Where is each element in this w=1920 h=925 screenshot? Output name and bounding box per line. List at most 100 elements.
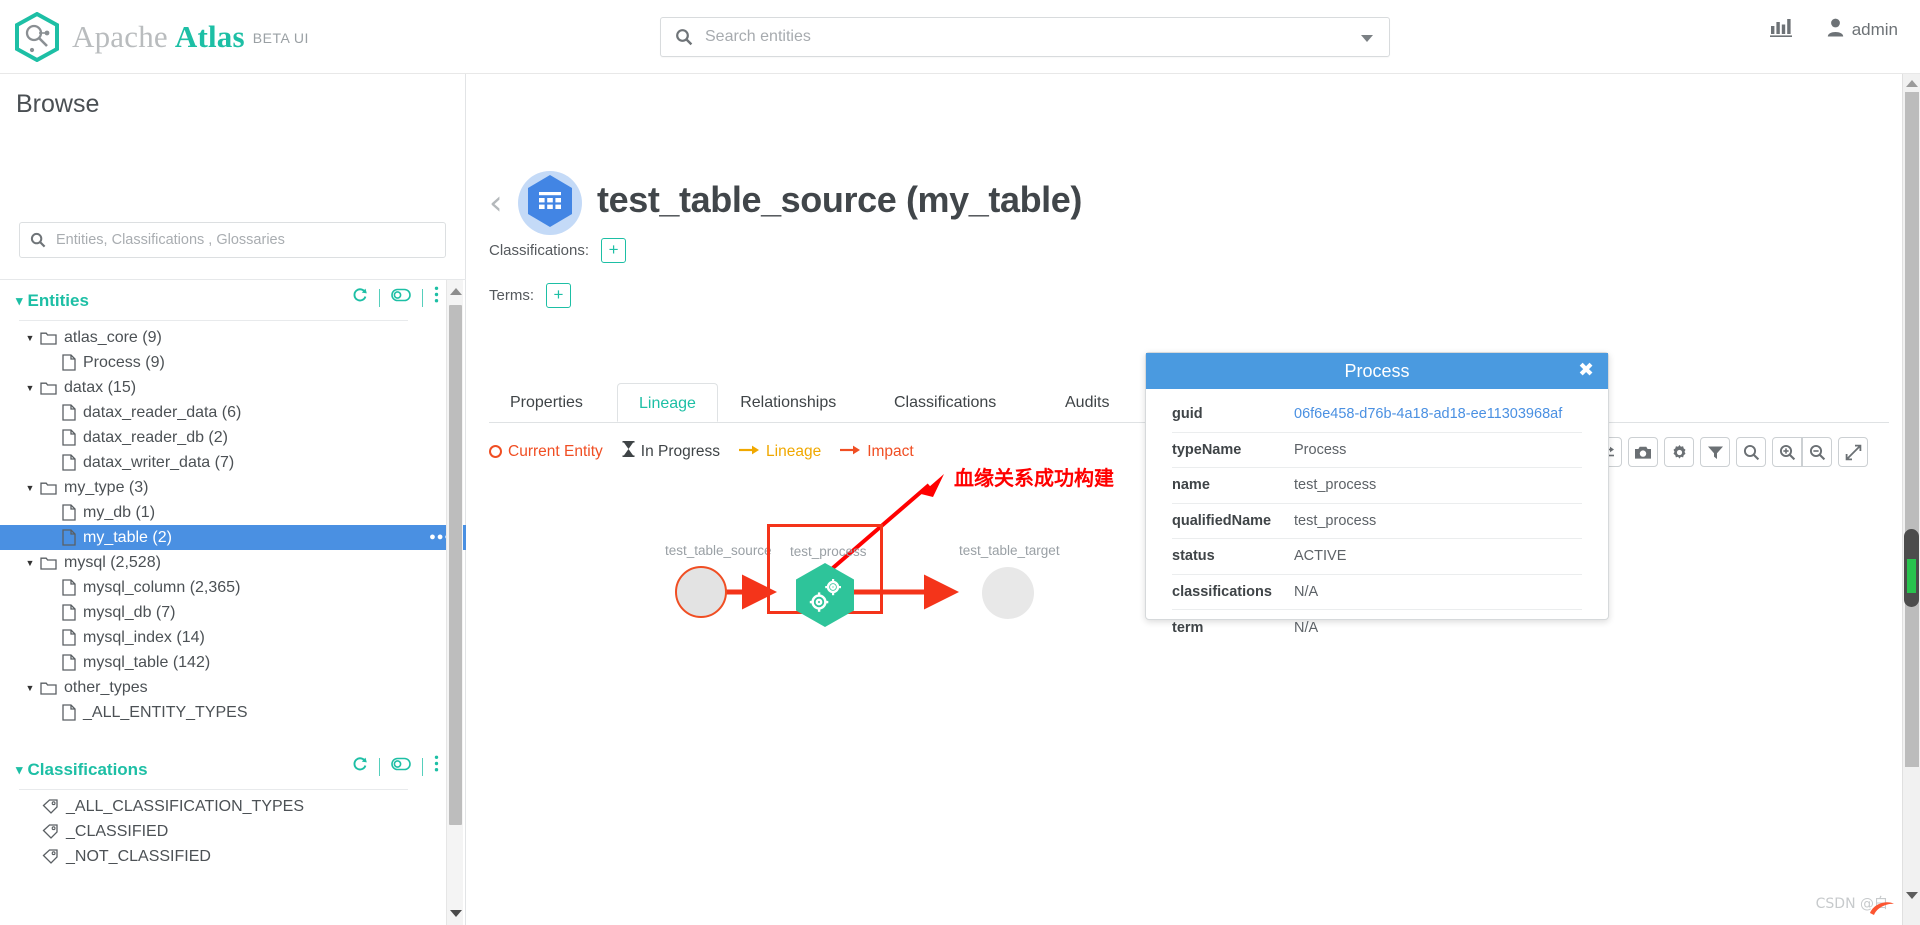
- close-icon[interactable]: ✖: [1578, 361, 1594, 380]
- page-scroll-track[interactable]: [1905, 92, 1919, 767]
- divider: [422, 757, 423, 776]
- info-row-term: term N/A: [1172, 610, 1582, 646]
- lineage-node-process[interactable]: [792, 561, 856, 631]
- toggle-icon[interactable]: [380, 757, 422, 777]
- tree-node-mysql_db7[interactable]: mysql_db (7): [0, 600, 466, 625]
- lineage-node-source[interactable]: [675, 566, 727, 618]
- statistics-button[interactable]: [1769, 16, 1793, 43]
- tab-audits[interactable]: Audits: [1044, 383, 1130, 422]
- classifications-section-tools: [341, 755, 450, 778]
- scroll-down-arrow-icon[interactable]: [1906, 892, 1918, 899]
- tree-node-_all_entity_types[interactable]: _ALL_ENTITY_TYPES: [0, 700, 466, 725]
- settings-gear-icon[interactable]: [1664, 437, 1694, 467]
- brand-apache-text: Apache: [72, 19, 168, 54]
- fullscreen-icon[interactable]: [1838, 437, 1868, 467]
- entities-section-header[interactable]: ▾ Entities: [16, 284, 450, 318]
- tree-toggle-icon[interactable]: ▼: [22, 383, 38, 393]
- info-row-value: ACTIVE: [1294, 548, 1347, 565]
- tree-node-atlas_core9[interactable]: ▼ atlas_core (9): [0, 325, 466, 350]
- scroll-up-arrow-icon[interactable]: [1906, 80, 1918, 87]
- tree-node-label: mysql (2,528): [64, 553, 161, 571]
- entities-section-label: Entities: [27, 291, 89, 310]
- chevron-down-icon[interactable]: [1361, 35, 1373, 42]
- search-icon[interactable]: [1736, 437, 1766, 467]
- classifications-row: Classifications: +: [489, 238, 627, 263]
- tree-node-label: other_types: [64, 678, 148, 696]
- tree-node-my_db1[interactable]: my_db (1): [0, 500, 466, 525]
- chevron-left-icon[interactable]: ‹: [489, 186, 503, 220]
- tree-node-datax_reader_db2[interactable]: datax_reader_db (2): [0, 425, 466, 450]
- chevron-down-icon[interactable]: ▾: [16, 762, 23, 778]
- tree-node-my_type3[interactable]: ▼ my_type (3): [0, 475, 466, 500]
- classification-node-_not_classified[interactable]: _NOT_CLASSIFIED: [0, 844, 466, 869]
- legend-label: In Progress: [640, 442, 721, 460]
- tree-toggle-icon[interactable]: ▼: [22, 333, 38, 343]
- tree-node-mysql_table142[interactable]: mysql_table (142): [0, 650, 466, 675]
- info-row-value: Process: [1294, 441, 1347, 458]
- tree-node-other_types[interactable]: ▼ other_types: [0, 675, 466, 700]
- brand-logo[interactable]: Apache Atlas BETA UI: [14, 10, 309, 64]
- tree-toggle-icon[interactable]: ▼: [22, 683, 38, 693]
- search-input[interactable]: [703, 18, 1323, 56]
- browse-tree: ▾ Entities ▼ atlas_core (9) Process (9) …: [0, 280, 466, 925]
- toggle-icon[interactable]: [380, 288, 422, 308]
- tree-node-label: datax_writer_data (7): [83, 453, 235, 471]
- refresh-icon[interactable]: [341, 287, 379, 309]
- zoom-in-icon[interactable]: [1772, 437, 1802, 467]
- classifications-label: Classifications:: [489, 242, 590, 259]
- hourglass-icon: [622, 441, 635, 462]
- refresh-icon[interactable]: [341, 756, 379, 778]
- info-panel-header: Process ✖: [1146, 353, 1608, 389]
- scroll-up-arrow-icon[interactable]: [450, 288, 462, 295]
- info-row-value[interactable]: 06f6e458-d76b-4a18-ad18-ee11303968af: [1294, 406, 1562, 422]
- info-row-status: status ACTIVE: [1172, 539, 1582, 575]
- tree-node-label: mysql_db (7): [83, 603, 176, 621]
- tab-properties[interactable]: Properties: [489, 383, 604, 422]
- tree-node-process9[interactable]: Process (9): [0, 350, 466, 375]
- classification-node-label: _ALL_CLASSIFICATION_TYPES: [66, 797, 305, 815]
- tree-node-mysql_index14[interactable]: mysql_index (14): [0, 625, 466, 650]
- section-rule: [19, 320, 408, 321]
- atlas-hexagon-logo-icon: [14, 11, 60, 63]
- tree-node-mysql2528[interactable]: ▼ mysql (2,528): [0, 550, 466, 575]
- tree-node-mysql_column2365[interactable]: mysql_column (2,365): [0, 575, 466, 600]
- sidebar-search-box[interactable]: [19, 222, 446, 258]
- tree-toggle-icon[interactable]: ▼: [22, 558, 38, 568]
- chevron-down-icon[interactable]: ▾: [16, 293, 23, 309]
- tree-node-datax15[interactable]: ▼ datax (15): [0, 375, 466, 400]
- info-row-classifications: classifications N/A: [1172, 575, 1582, 610]
- folder-icon: [40, 680, 57, 695]
- folder-icon: [40, 555, 57, 570]
- screenshot-camera-icon[interactable]: [1628, 437, 1658, 467]
- add-classification-button[interactable]: +: [601, 238, 627, 263]
- tree-node-my_table2[interactable]: my_table (2) ●●●: [0, 525, 466, 550]
- tab-lineage[interactable]: Lineage: [617, 383, 718, 422]
- classifications-section-header[interactable]: ▾ Classifications: [16, 753, 450, 787]
- tree-node-datax_reader_data6[interactable]: datax_reader_data (6): [0, 400, 466, 425]
- lineage-node-target[interactable]: [982, 567, 1034, 619]
- file-icon: [62, 504, 76, 521]
- sidebar-search-input[interactable]: [54, 223, 439, 257]
- sidebar-scroll-thumb[interactable]: [449, 305, 462, 825]
- classification-node-_classified[interactable]: _CLASSIFIED: [0, 819, 466, 844]
- arrow-right-icon: [739, 443, 760, 461]
- zoom-out-icon[interactable]: [1802, 437, 1832, 467]
- entity-detail-main: ‹ test_table_source (my_table) Classific…: [467, 74, 1902, 925]
- global-search-box[interactable]: [660, 17, 1390, 57]
- page-scrollbar[interactable]: [1902, 74, 1920, 925]
- entities-node-list: ▼ atlas_core (9) Process (9) ▼ datax (15) dat…: [0, 325, 466, 725]
- search-icon: [675, 28, 693, 51]
- file-icon: [62, 604, 76, 621]
- tab-relationships[interactable]: Relationships: [719, 383, 857, 422]
- tree-toggle-icon[interactable]: ▼: [22, 483, 38, 493]
- lineage-node-label-target: test_table_target: [959, 543, 1060, 558]
- classification-node-_all_classification_types[interactable]: _ALL_CLASSIFICATION_TYPES: [0, 794, 466, 819]
- filter-icon[interactable]: [1700, 437, 1730, 467]
- user-menu[interactable]: admin: [1827, 18, 1898, 42]
- scroll-down-arrow-icon[interactable]: [450, 910, 462, 917]
- page-scroll-thumb[interactable]: [1904, 529, 1919, 607]
- tab-classifications[interactable]: Classifications: [873, 383, 1017, 422]
- tree-node-datax_writer_data7[interactable]: datax_writer_data (7): [0, 450, 466, 475]
- add-term-button[interactable]: +: [546, 283, 571, 308]
- sidebar-scrollbar[interactable]: [446, 280, 463, 925]
